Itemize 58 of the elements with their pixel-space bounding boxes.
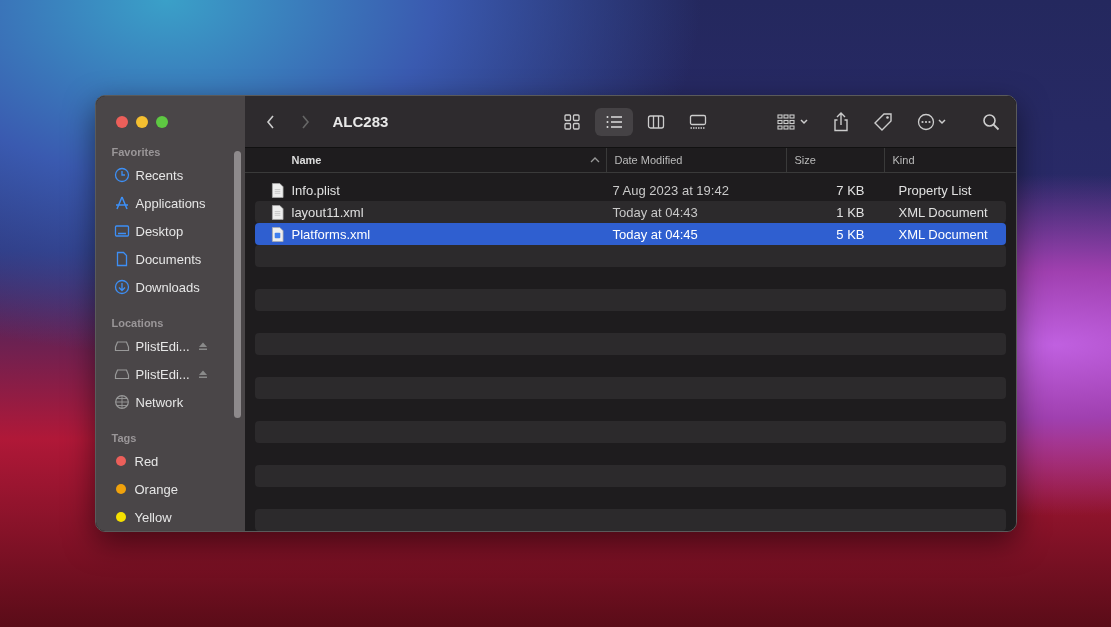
file-name: Info.plist bbox=[291, 182, 340, 198]
scroll-bar[interactable] bbox=[233, 151, 241, 418]
xml-file-icon bbox=[270, 226, 284, 242]
group-button[interactable] bbox=[774, 112, 811, 131]
kind-cell-text: XML Document bbox=[897, 226, 988, 242]
clock-icon bbox=[113, 167, 130, 183]
kind-cell-text: XML Document bbox=[897, 204, 988, 220]
size-cell-text: 7 KB bbox=[835, 182, 866, 198]
applications-icon bbox=[113, 195, 130, 211]
search-icon[interactable] bbox=[981, 112, 1000, 131]
sidebar-item[interactable]: Desktop bbox=[109, 217, 245, 245]
desktop-icon bbox=[113, 223, 130, 239]
column-header[interactable]: Name bbox=[244, 148, 607, 172]
file-name: layout11.xml bbox=[291, 204, 364, 220]
minimize-button[interactable] bbox=[135, 116, 148, 128]
kind-cell-text: Property List bbox=[897, 182, 972, 198]
date-cell-text: 7 Aug 2023 at 19:42 bbox=[611, 182, 730, 198]
eject-icon[interactable] bbox=[197, 369, 208, 379]
file-row[interactable]: layout11.xml Today at 04:43 1 KB XML Document bbox=[254, 201, 1006, 223]
tag-icon[interactable] bbox=[872, 111, 893, 132]
sidebar-item[interactable]: Red bbox=[109, 447, 245, 475]
size-cell-text: 5 KB bbox=[835, 226, 866, 242]
section-title: Tags bbox=[111, 432, 138, 444]
column-header[interactable]: Size bbox=[786, 148, 885, 172]
sidebar-item[interactable]: Applications bbox=[109, 189, 245, 217]
drive-icon bbox=[113, 338, 130, 354]
column-header[interactable]: Date Modified bbox=[606, 148, 787, 172]
grid-icon bbox=[562, 112, 581, 131]
gallery-icon bbox=[688, 112, 707, 131]
columns-icon bbox=[646, 112, 665, 131]
sidebar-item[interactable]: Recents bbox=[109, 161, 245, 189]
file-row[interactable]: Info.plist 7 Aug 2023 at 19:42 7 KB Property List bbox=[254, 179, 1006, 201]
zoom-button[interactable] bbox=[155, 116, 168, 128]
sidebar-item[interactable]: Orange bbox=[109, 475, 245, 503]
sidebar-item[interactable]: Yellow bbox=[109, 503, 245, 531]
section-title: Locations bbox=[111, 317, 165, 329]
section-title: Favorites bbox=[111, 146, 162, 158]
eject-icon[interactable] bbox=[197, 341, 208, 351]
download-icon bbox=[113, 279, 130, 295]
sidebar-item[interactable]: PlistEdi... bbox=[109, 360, 245, 388]
window-title: ALC283 bbox=[332, 113, 390, 131]
sidebar-item[interactable]: Downloads bbox=[109, 273, 245, 301]
file-name: Platforms.xml bbox=[291, 226, 371, 242]
file-row[interactable]: Platforms.xml Today at 04:45 5 KB XML Document bbox=[254, 223, 1006, 245]
sidebar-item[interactable]: PlistEdi... bbox=[109, 332, 245, 360]
column-header[interactable]: Kind bbox=[884, 148, 915, 172]
file-icon bbox=[270, 204, 284, 220]
file-icon bbox=[270, 182, 284, 198]
size-cell-text: 1 KB bbox=[835, 204, 866, 220]
date-cell-text: Today at 04:43 bbox=[611, 204, 699, 220]
close-button[interactable] bbox=[115, 116, 128, 128]
sidebar-item[interactable]: Documents bbox=[109, 245, 245, 273]
list-view-button[interactable] bbox=[594, 107, 633, 136]
globe-icon bbox=[113, 394, 130, 410]
back-icon[interactable] bbox=[264, 113, 277, 130]
date-cell-text: Today at 04:45 bbox=[611, 226, 699, 242]
sidebar-item[interactable]: Network bbox=[109, 388, 245, 416]
drive-icon bbox=[113, 366, 130, 382]
